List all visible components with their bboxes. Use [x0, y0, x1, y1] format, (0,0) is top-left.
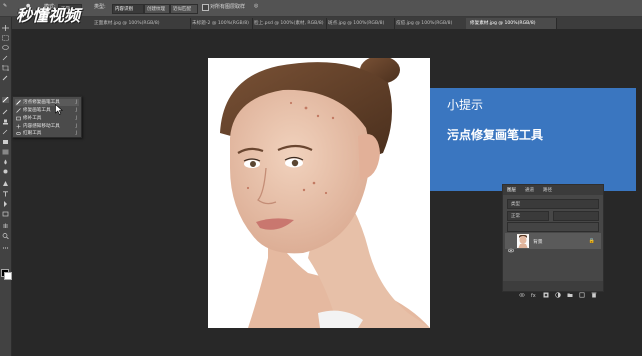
- create-texture-button[interactable]: 创建纹理: [144, 4, 170, 14]
- tab-label: 修复素材.jpg @ 100%(RGB/8): [470, 21, 536, 26]
- menu-item-patch[interactable]: 修补工具 J: [15, 115, 79, 122]
- move-tool-icon[interactable]: [2, 25, 9, 31]
- layer-kind-filter[interactable]: 类型: [507, 199, 599, 209]
- blend-mode-select[interactable]: 正常: [507, 211, 549, 221]
- proximity-match-label: 近似匹配: [173, 7, 191, 12]
- shape-tool-icon[interactable]: [2, 211, 9, 217]
- hint-title: 小提示: [447, 98, 484, 112]
- tab-document-active[interactable]: 修复素材.jpg @ 100%(RGB/8): [466, 18, 557, 29]
- layer-style-icon[interactable]: fx: [531, 283, 537, 299]
- layer-row-background[interactable]: 背景 🔒: [505, 233, 601, 253]
- zoom-tool-icon[interactable]: [2, 233, 9, 239]
- marquee-tool-icon[interactable]: [2, 35, 9, 41]
- tab-document[interactable]: 痘痘.jpg @ 100%(RGB/8): [392, 18, 469, 29]
- spot-healing-tool-icon[interactable]: [2, 97, 9, 103]
- hand-tool-icon[interactable]: [2, 223, 9, 229]
- menu-item-shortcut: J: [75, 108, 77, 113]
- tab-layers[interactable]: 图层: [507, 187, 516, 193]
- history-brush-tool-icon[interactable]: [2, 129, 9, 135]
- adjustment-layer-icon[interactable]: [555, 283, 561, 298]
- healing-brush-icon: [16, 108, 21, 113]
- lasso-tool-icon[interactable]: [2, 45, 9, 51]
- tab-label: 痘痘.jpg @ 100%(RGB/8): [396, 21, 453, 26]
- layers-panel-footer: fx: [503, 281, 603, 299]
- link-layers-icon[interactable]: [519, 283, 525, 297]
- brand-logo-text: 秒懂视频: [16, 6, 81, 25]
- gradient-tool-icon[interactable]: [2, 149, 9, 155]
- tab-document[interactable]: 未标题-2 @ 100%(RGB/8): [188, 18, 253, 29]
- create-texture-label: 创建纹理: [147, 7, 165, 12]
- tab-paths[interactable]: 路径: [543, 187, 552, 193]
- menu-item-label: 红眼工具: [23, 131, 42, 136]
- layer-thumbnail: [517, 234, 529, 248]
- sample-all-layers-checkbox[interactable]: [202, 4, 209, 11]
- menu-item-label: 修补工具: [23, 116, 42, 121]
- dodge-tool-icon[interactable]: [2, 169, 9, 175]
- menu-item-shortcut: J: [75, 131, 77, 136]
- mouse-cursor-icon: [55, 100, 63, 115]
- lock-row: [507, 222, 599, 232]
- menu-item-healing-brush[interactable]: 修复画笔工具 J: [15, 107, 79, 114]
- svg-text:fx: fx: [531, 293, 536, 298]
- sample-all-layers-label: 对所有图层取样: [210, 4, 246, 10]
- portrait-photo: [208, 58, 430, 328]
- brand-logo: 秒懂视频: [16, 2, 120, 28]
- new-layer-icon[interactable]: [579, 283, 585, 298]
- background-color-swatch[interactable]: [4, 272, 12, 280]
- tools-panel: [0, 17, 12, 356]
- more-tools-icon[interactable]: [2, 245, 9, 251]
- spot-healing-brush-icon: [16, 100, 21, 105]
- path-select-tool-icon[interactable]: [2, 201, 9, 207]
- document-image[interactable]: [208, 58, 430, 328]
- proximity-match-button[interactable]: 近似匹配: [170, 4, 198, 14]
- tab-label: 斑点.jpg @ 100%(RGB/8): [328, 21, 385, 26]
- menu-item-shortcut: J: [75, 124, 77, 129]
- tab-document[interactable]: 脸上.psd @ 100%(素材, RGB/8): [250, 18, 327, 29]
- eyedropper-tool-icon[interactable]: [2, 75, 9, 81]
- tab-label: 脸上.psd @ 100%(素材, RGB/8): [254, 21, 324, 26]
- visibility-eye-icon[interactable]: [507, 238, 515, 253]
- tab-channels[interactable]: 通道: [525, 187, 534, 193]
- layer-lock-icon: 🔒: [588, 238, 595, 244]
- blur-tool-icon[interactable]: [2, 159, 9, 165]
- tab-document[interactable]: 斑点.jpg @ 100%(RGB/8): [324, 18, 395, 29]
- pressure-icon[interactable]: ◎: [254, 3, 258, 9]
- quick-select-tool-icon[interactable]: [2, 55, 9, 61]
- pen-tool-icon[interactable]: [2, 181, 9, 187]
- new-group-icon[interactable]: [567, 283, 573, 297]
- opacity-field[interactable]: [553, 211, 599, 221]
- layers-panel-header: 图层 通道 路径: [503, 185, 603, 195]
- menu-item-shortcut: J: [75, 100, 77, 105]
- text-tool-icon[interactable]: [2, 191, 9, 197]
- eraser-tool-icon[interactable]: [2, 139, 9, 145]
- brush-tool-icon[interactable]: [2, 109, 9, 115]
- menu-item-label: 修复画笔工具: [23, 108, 51, 113]
- clone-stamp-tool-icon[interactable]: [2, 119, 9, 125]
- healing-tools-flyout: 污点修复画笔工具 J 修复画笔工具 J 修补工具 J 内容感知移动工具 J 红眼…: [12, 96, 82, 138]
- patch-icon: [16, 116, 21, 121]
- menu-item-content-aware-move[interactable]: 内容感知移动工具 J: [15, 123, 79, 130]
- red-eye-icon: [16, 131, 21, 136]
- content-aware-move-icon: [16, 124, 21, 129]
- spot-healing-brush-icon[interactable]: ✎: [3, 3, 7, 9]
- layers-panel: 图层 通道 路径 类型 正常 背景 🔒 fx: [502, 184, 604, 299]
- menu-item-label: 内容感知移动工具: [23, 124, 60, 129]
- menu-item-spot-healing-brush[interactable]: 污点修复画笔工具 J: [15, 99, 79, 106]
- crop-tool-icon[interactable]: [2, 65, 9, 71]
- menu-item-red-eye[interactable]: 红眼工具 J: [15, 130, 79, 137]
- delete-layer-icon[interactable]: [591, 283, 597, 298]
- hint-overlay: 小提示 污点修复画笔工具: [430, 88, 636, 191]
- kind-filter-label: 类型: [511, 202, 520, 207]
- hint-body: 污点修复画笔工具: [447, 128, 544, 142]
- blend-mode-value: 正常: [511, 214, 520, 219]
- layer-name: 背景: [533, 240, 543, 245]
- add-mask-icon[interactable]: [543, 283, 549, 298]
- menu-item-shortcut: J: [75, 116, 77, 121]
- tab-label: 未标题-2 @ 100%(RGB/8): [192, 21, 249, 26]
